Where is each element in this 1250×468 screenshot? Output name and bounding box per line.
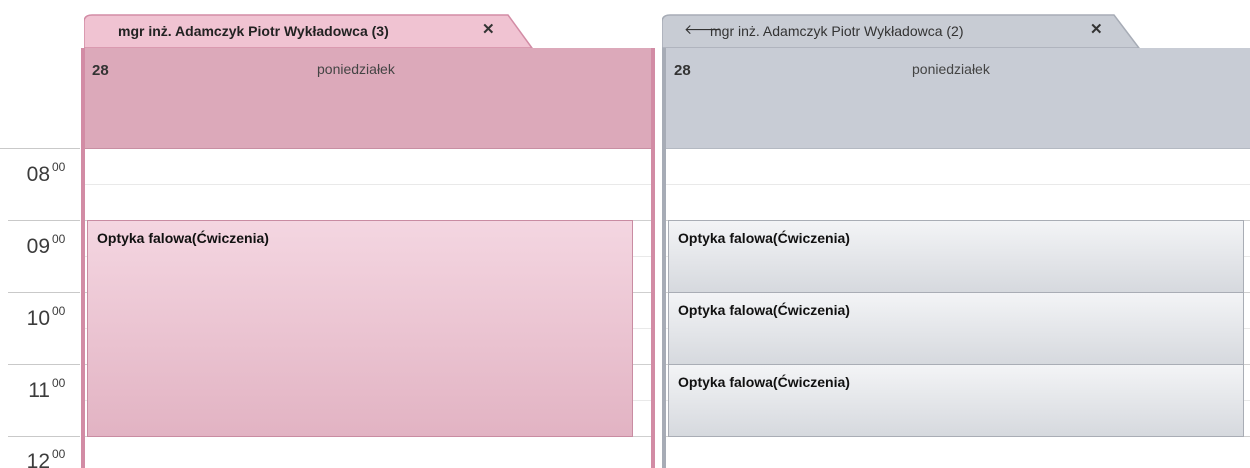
gutter-hour-line <box>8 220 80 221</box>
calendar-event[interactable]: Optyka falowa(Ćwiczenia) <box>668 292 1244 365</box>
hour-label: 11 <box>28 379 50 402</box>
day-number: 28 <box>92 62 109 79</box>
minute-label: 00 <box>52 232 66 246</box>
day-name: poniedziałek <box>317 61 395 77</box>
hour-label: 09 <box>26 235 50 258</box>
calendar-event[interactable]: Optyka falowa(Ćwiczenia) <box>668 220 1244 293</box>
calendar-event[interactable]: Optyka falowa(Ćwiczenia) <box>668 364 1244 437</box>
event-title: Optyka falowa(Ćwiczenia) <box>678 374 850 390</box>
hour-label: 10 <box>26 307 50 330</box>
gutter-hour-line <box>8 436 80 437</box>
hour-label: 12 <box>26 450 50 468</box>
close-icon[interactable]: ✕ <box>1090 21 1103 39</box>
minute-label: 00 <box>52 160 66 174</box>
tab-title: mgr inż. Adamczyk Piotr Wykładowca (2) <box>710 23 964 39</box>
calendar-day-view-2: 28 poniedziałek Optyka falowa(Ćwiczenia)… <box>662 48 1250 468</box>
calendar-event[interactable]: Optyka falowa(Ćwiczenia) <box>87 220 633 437</box>
time-label-10: 10 00 <box>0 304 80 337</box>
time-label-12: 12 00 <box>0 447 80 468</box>
gutter-hour-line <box>8 292 80 293</box>
event-title: Optyka falowa(Ćwiczenia) <box>97 230 269 246</box>
day-header[interactable]: 28 poniedziałek <box>666 48 1250 149</box>
day-name: poniedziałek <box>912 61 990 77</box>
minute-label: 00 <box>52 376 66 390</box>
hour-label: 08 <box>26 163 50 186</box>
calendar-tab-1[interactable]: mgr inż. Adamczyk Piotr Wykładowca (3) ✕ <box>84 14 534 49</box>
half-hour-line <box>666 184 1250 185</box>
gutter-hour-line <box>0 148 80 149</box>
minute-label: 00 <box>52 447 66 461</box>
event-title: Optyka falowa(Ćwiczenia) <box>678 230 850 246</box>
day-header[interactable]: 28 poniedziałek <box>85 48 651 149</box>
day-number: 28 <box>674 62 691 79</box>
event-title: Optyka falowa(Ćwiczenia) <box>678 302 850 318</box>
time-label-09: 09 00 <box>0 232 80 265</box>
calendar-tab-2[interactable]: 🡐 mgr inż. Adamczyk Piotr Wykładowca (2)… <box>662 14 1142 49</box>
close-icon[interactable]: ✕ <box>482 21 495 39</box>
tab-title: mgr inż. Adamczyk Piotr Wykładowca (3) <box>118 23 389 39</box>
gutter-hour-line <box>8 364 80 365</box>
half-hour-line <box>85 184 651 185</box>
calendar-day-view-1: 28 poniedziałek Optyka falowa(Ćwiczenia) <box>81 48 655 468</box>
minute-label: 00 <box>52 304 66 318</box>
time-label-08: 08 00 <box>0 160 80 193</box>
time-label-11: 11 00 <box>0 376 80 409</box>
